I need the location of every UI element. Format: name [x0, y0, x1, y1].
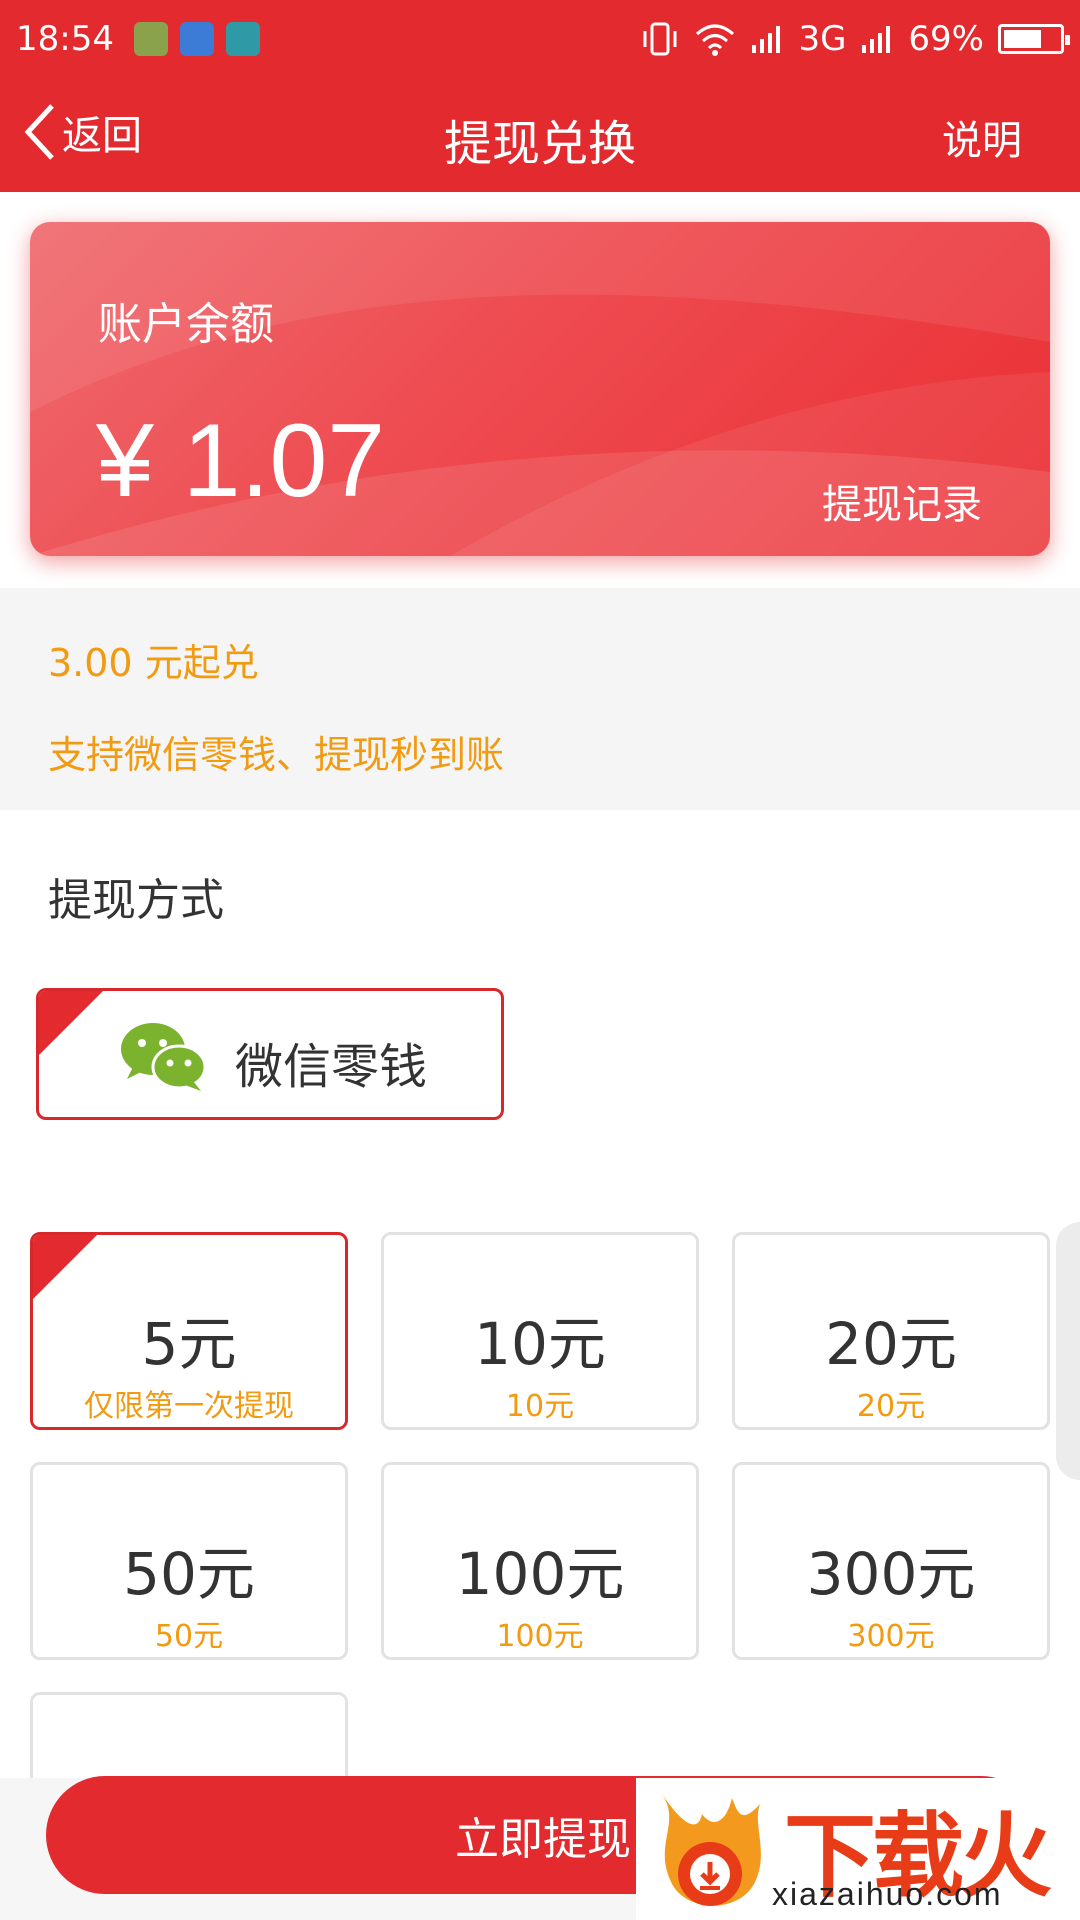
amount-option-50[interactable]: 50元 50元: [30, 1462, 348, 1660]
watermark-url: xiazaihuo.com: [772, 1876, 1003, 1912]
shield-app-icon: [133, 22, 168, 56]
nav-bar: 返回 提现兑换 说明: [0, 78, 1080, 192]
help-button[interactable]: 说明: [942, 108, 1022, 166]
amount-note: 300元: [847, 1619, 935, 1654]
wechat-method-option[interactable]: 微信零钱: [36, 988, 504, 1120]
amount-value: 20元: [825, 1310, 957, 1378]
balance-card: 账户余额 ¥ 1.07 提现记录: [30, 222, 1050, 556]
support-text: 支持微信零钱、提现秒到账: [48, 733, 505, 777]
network-type: 3G: [798, 19, 847, 59]
scan-app-icon: [225, 22, 260, 56]
minimum-amount-text: 3.00 元起兑: [48, 641, 259, 685]
amount-note: 仅限第一次提现: [84, 1389, 294, 1424]
amount-value: 100元: [455, 1540, 625, 1608]
status-bar: 18:54 3G 69%: [0, 0, 1080, 78]
wechat-method-label: 微信零钱: [235, 1039, 428, 1095]
amount-option-100[interactable]: 100元 100元: [381, 1462, 699, 1660]
amount-option-20[interactable]: 20元 20元: [732, 1232, 1050, 1430]
amount-option-500[interactable]: 500元: [30, 1692, 348, 1782]
message-app-icon: [179, 22, 214, 56]
amount-note: 10元: [505, 1389, 575, 1424]
battery-icon: [998, 24, 1070, 54]
battery-percent: 69%: [908, 19, 984, 59]
balance-label: 账户余额: [98, 299, 274, 350]
wifi-icon: [696, 24, 735, 56]
flame-logo-icon: [662, 1794, 761, 1906]
selected-corner: [33, 1235, 97, 1299]
signal-icon: [752, 26, 781, 53]
selected-corner: [39, 991, 103, 1055]
withdraw-method-title: 提现方式: [48, 875, 224, 926]
amount-note: 50元: [154, 1619, 224, 1654]
signal-icon: [862, 26, 891, 53]
amount-value: 300元: [806, 1540, 976, 1608]
withdraw-now-label: 立即提现: [455, 1814, 631, 1865]
amount-option-5[interactable]: 5元 仅限第一次提现: [30, 1232, 348, 1430]
status-right: 3G 69%: [640, 19, 1070, 59]
amount-note: 100元: [496, 1619, 584, 1654]
wechat-icon: [121, 1023, 207, 1091]
amount-option-300[interactable]: 300元 300元: [732, 1462, 1050, 1660]
vibrate-icon: [643, 22, 677, 56]
status-left: 18:54: [16, 19, 260, 59]
status-time: 18:54: [16, 19, 114, 59]
page-title: 提现兑换: [443, 116, 636, 172]
balance-amount: ¥ 1.07: [96, 403, 386, 519]
amount-note: 20元: [856, 1389, 926, 1424]
watermark: 下载火 xiazaihuo.com: [636, 1778, 1080, 1920]
info-band: 3.00 元起兑 支持微信零钱、提现秒到账: [0, 588, 1080, 810]
battery-level-fill: [1004, 30, 1042, 48]
withdraw-records-link[interactable]: 提现记录: [822, 472, 982, 530]
amount-value: 5元: [141, 1310, 237, 1378]
amount-option-10[interactable]: 10元 10元: [381, 1232, 699, 1430]
side-pull-tab[interactable]: [1056, 1222, 1080, 1480]
amount-value: 10元: [474, 1310, 606, 1378]
amount-value: 50元: [123, 1540, 255, 1608]
